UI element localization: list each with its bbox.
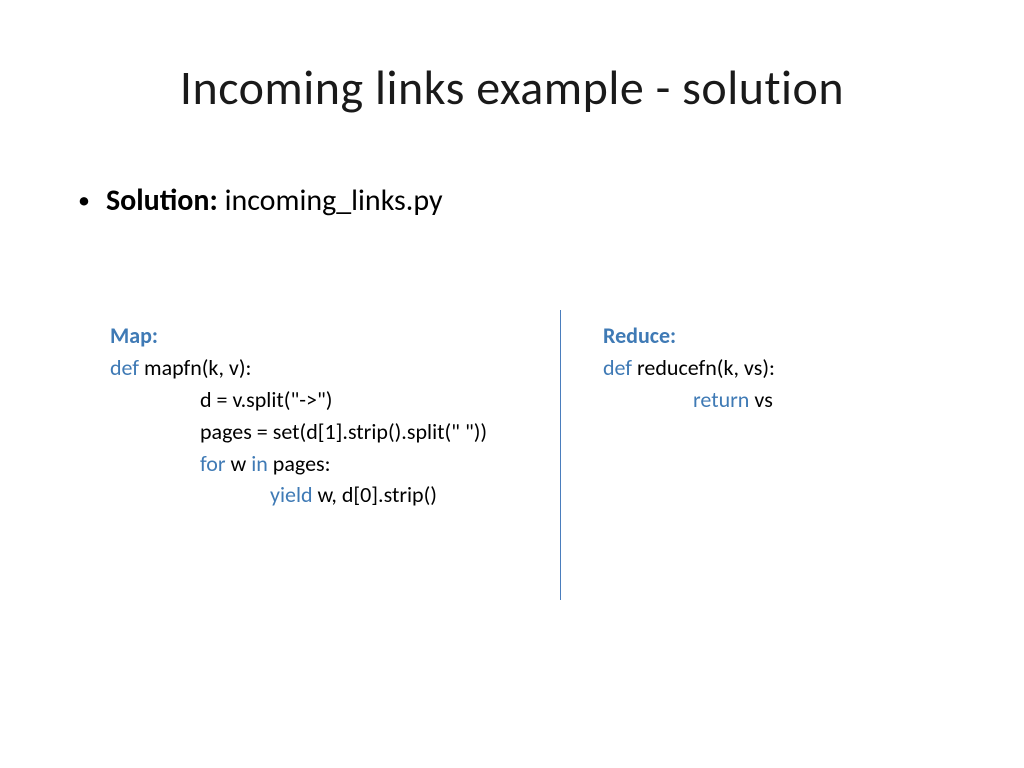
reduce-block: Reduce: def reducefn(k, vs): return vs [561, 320, 943, 600]
reduce-heading: Reduce: [603, 320, 943, 352]
bullet-list: • Solution: incoming_links.py [78, 182, 443, 219]
reduce-def-line: def reducefn(k, vs): [603, 352, 943, 384]
slide-title: Incoming links example - solution [0, 58, 1024, 117]
bullet-dot-icon: • [78, 186, 90, 215]
slide: Incoming links example - solution • Solu… [0, 0, 1024, 768]
bullet-label: Solution: [106, 182, 218, 219]
map-line-4: yield w, d[0].strip() [110, 479, 560, 511]
code-columns: Map: def mapfn(k, v): d = v.split("->") … [110, 320, 943, 600]
map-line-3: for w in pages: [110, 448, 560, 480]
map-def-line: def mapfn(k, v): [110, 352, 560, 384]
map-heading: Map: [110, 320, 560, 352]
bullet-text: Solution: incoming_links.py [106, 182, 443, 219]
bullet-value: incoming_links.py [218, 182, 443, 219]
bullet-item: • Solution: incoming_links.py [78, 182, 443, 219]
map-line-1: d = v.split("->") [110, 384, 560, 416]
map-block: Map: def mapfn(k, v): d = v.split("->") … [110, 320, 560, 600]
map-line-2: pages = set(d[1].strip().split(" ")) [110, 416, 560, 448]
reduce-line-1: return vs [603, 384, 943, 416]
